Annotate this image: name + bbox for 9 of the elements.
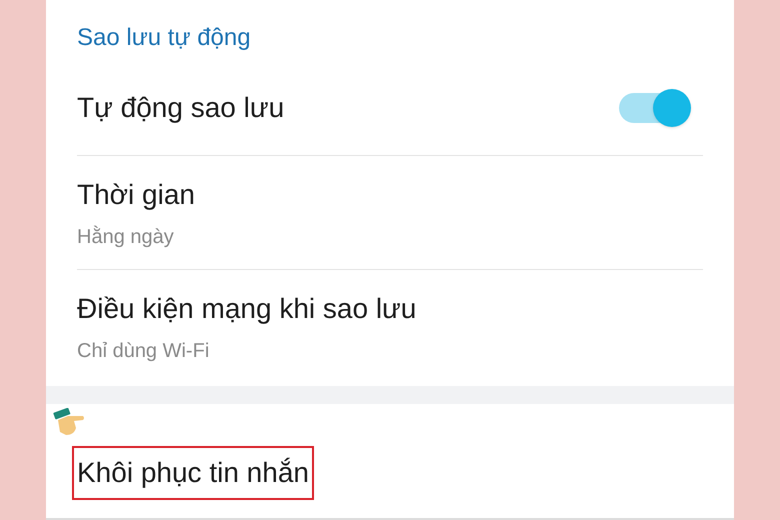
pointing-hand-icon: [52, 408, 86, 438]
setting-label[interactable]: Tự động sao lưu: [77, 86, 284, 128]
restore-messages-link[interactable]: Khôi phục tin nhắn: [72, 446, 314, 500]
section-title: Sao lưu tự động: [77, 24, 251, 51]
setting-value: Chỉ dùng Wi-Fi: [77, 339, 210, 364]
setting-value: Hằng ngày: [77, 224, 175, 250]
toggle-switch[interactable]: [617, 88, 691, 126]
setting-label[interactable]: Điều kiện mạng khi sao lưu: [77, 288, 416, 330]
setting-label[interactable]: Thời gian: [77, 174, 195, 216]
